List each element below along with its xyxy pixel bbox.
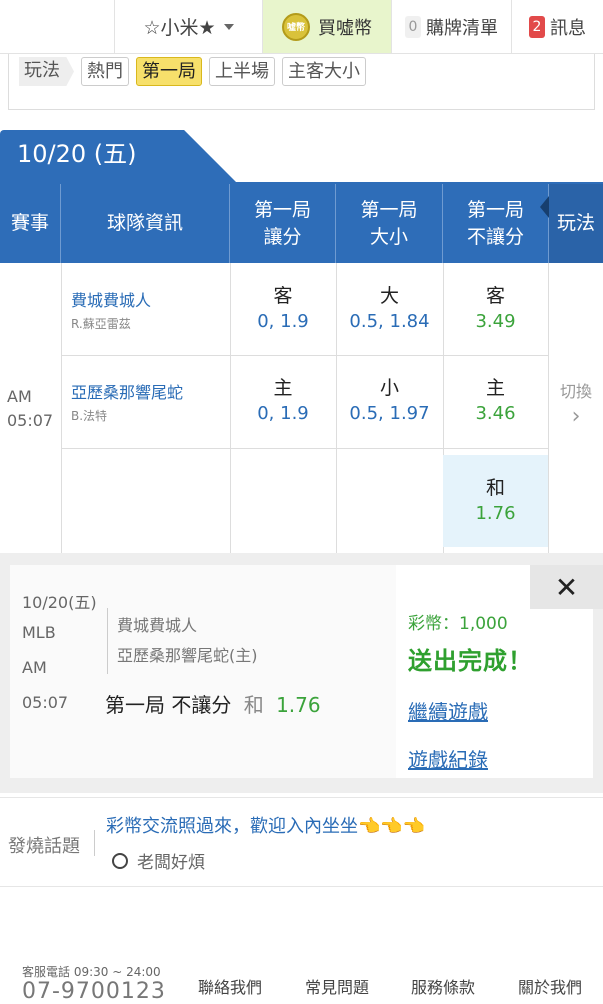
- away-pitcher: R.蘇亞雷茲: [71, 317, 131, 331]
- chip-home-away-ou[interactable]: 主客大小: [282, 57, 366, 86]
- odds-away-ml[interactable]: 客 3.49: [443, 283, 548, 335]
- ticket-date: 10/20(五): [22, 593, 97, 612]
- date-tab: 10/20 (五): [0, 130, 236, 182]
- pointing-hand-icon: 👈👈👈: [358, 816, 426, 837]
- header-play[interactable]: 玩法: [549, 184, 603, 263]
- play-filter-bar: 玩法 熱門 第一局 上半場 主客大小: [8, 54, 595, 110]
- play-filter-label: 玩法: [19, 57, 74, 86]
- header-event: 賽事: [0, 184, 61, 263]
- hot-topic-author: 老闆好煩: [112, 848, 205, 873]
- divider: [61, 355, 549, 356]
- hot-topic-title-link[interactable]: 彩幣交流照過來，歡迎入內坐坐👈👈👈: [106, 812, 425, 838]
- away-team-link[interactable]: 費城費城人: [71, 287, 151, 311]
- ticket-bet: 第一局 不讓分 和 1.76: [105, 693, 321, 717]
- coin-amount: 彩幣：1,000: [408, 614, 508, 634]
- odds-draw[interactable]: 和 1.76: [443, 475, 548, 527]
- ticket-team-home: 亞歷桑那響尾蛇(主): [117, 646, 258, 665]
- messages-button[interactable]: 2 訊息: [512, 0, 603, 53]
- header-first-inning-ml: 第一局 不讓分: [443, 184, 549, 263]
- header-first-inning-spread: 第一局 讓分: [230, 184, 336, 263]
- messages-label: 訊息: [550, 17, 586, 39]
- switch-play-button[interactable]: 切換 ›: [549, 378, 603, 432]
- service-hours: 客服電話 09:30 ~ 24:00: [22, 965, 161, 979]
- cart-count-badge: 0: [405, 15, 421, 38]
- home-pitcher: B.法特: [71, 409, 108, 423]
- top-navigation: ☆小米★ 噓幣 買噓幣 0 購牌清單 2 訊息: [0, 0, 603, 54]
- chip-hot[interactable]: 熱門: [81, 57, 129, 86]
- divider: [107, 608, 108, 674]
- avatar-icon: [112, 852, 128, 869]
- chip-first-inning[interactable]: 第一局: [136, 57, 202, 86]
- ticket-team-away: 費城費城人: [117, 616, 198, 635]
- odds-home-ml[interactable]: 主 3.46: [443, 375, 548, 427]
- chevron-right-icon: ›: [571, 404, 581, 429]
- submit-status: 送出完成！: [408, 647, 533, 675]
- buy-coins-button[interactable]: 噓幣 買噓幣: [263, 0, 392, 53]
- odds-table-header: 賽事 球隊資訊 第一局 讓分 第一局 大小 第一局 不讓分 玩法: [0, 182, 603, 263]
- ticket-league: MLB: [22, 623, 56, 642]
- odds-away-spread[interactable]: 客 0, 1.9: [230, 283, 336, 335]
- divider: [61, 263, 62, 553]
- hot-topic-label: 發燒話題: [8, 836, 80, 857]
- odds-home-spread[interactable]: 主 0, 1.9: [230, 375, 336, 427]
- divider: [61, 448, 549, 449]
- user-menu[interactable]: ☆小米★: [115, 0, 263, 53]
- hot-topic: 發燒話題 彩幣交流照過來，歡迎入內坐坐👈👈👈 老闆好煩: [0, 797, 603, 887]
- username: ☆小米★: [143, 17, 216, 39]
- match-time: AM 05:07: [7, 387, 54, 430]
- ticket-time: 05:07: [22, 693, 69, 712]
- header-first-inning-ou: 第一局 大小: [336, 184, 443, 263]
- continue-game-link[interactable]: 繼續遊戲: [408, 696, 488, 725]
- match-row: AM 05:07 費城費城人 R.蘇亞雷茲 亞歷桑那響尾蛇 B.法特 客 0, …: [0, 263, 603, 553]
- bet-ticket: 10/20(五) MLB AM 05:07 費城費城人 亞歷桑那響尾蛇(主) 第…: [10, 565, 396, 778]
- footer: 客服電話 09:30 ~ 24:00 07-9700123 聯絡我們 常見問題 …: [0, 890, 603, 1004]
- service-phone[interactable]: 07-9700123: [22, 979, 166, 1004]
- caret-down-icon: [223, 23, 234, 30]
- home-team-link[interactable]: 亞歷桑那響尾蛇: [71, 379, 183, 403]
- chip-first-half[interactable]: 上半場: [209, 57, 275, 86]
- footer-link-terms[interactable]: 服務條款: [411, 974, 475, 998]
- cart-button[interactable]: 0 購牌清單: [392, 0, 512, 53]
- coin-icon: 噓幣: [282, 12, 310, 41]
- ticket-ampm: AM: [22, 658, 47, 677]
- footer-link-faq[interactable]: 常見問題: [305, 974, 369, 998]
- odds-over[interactable]: 大 0.5, 1.84: [336, 283, 443, 335]
- game-history-link[interactable]: 遊戲紀錄: [408, 744, 488, 773]
- bet-confirmation-panel: 10/20(五) MLB AM 05:07 費城費城人 亞歷桑那響尾蛇(主) 第…: [0, 553, 603, 793]
- close-icon[interactable]: ✕: [530, 565, 603, 609]
- footer-link-contact[interactable]: 聯絡我們: [198, 974, 262, 998]
- divider: [94, 830, 95, 856]
- odds-under[interactable]: 小 0.5, 1.97: [336, 375, 443, 427]
- header-team-info: 球隊資訊: [61, 184, 230, 263]
- message-count-badge: 2: [529, 15, 545, 38]
- play-notch-icon: [540, 196, 549, 218]
- topbar-blank: [0, 0, 115, 53]
- footer-link-about[interactable]: 關於我們: [518, 974, 582, 998]
- cart-label: 購牌清單: [426, 17, 498, 39]
- buy-coins-label: 買噓幣: [318, 17, 372, 39]
